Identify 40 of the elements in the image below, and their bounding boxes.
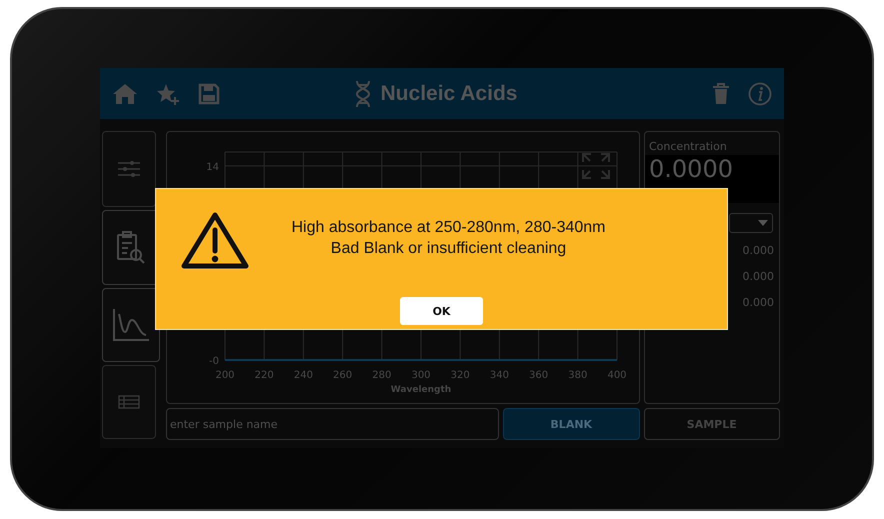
x-tick-label: 280 <box>372 370 392 381</box>
x-tick-label: 200 <box>215 370 235 381</box>
info-icon[interactable] <box>748 82 772 106</box>
x-tick-label: 260 <box>333 370 352 381</box>
screen-title: Nucleic Acids <box>380 82 518 106</box>
warning-message: Bad Blank or insufficient cleaning <box>330 239 566 259</box>
ok-button[interactable]: OK <box>400 297 483 325</box>
blank-button[interactable]: BLANK <box>503 408 640 440</box>
reading-value: 0.000 <box>742 295 775 311</box>
x-tick-label: 380 <box>568 370 588 381</box>
sidebar-tab[interactable] <box>102 288 160 362</box>
save-icon[interactable] <box>198 82 220 104</box>
dna-icon <box>354 80 371 108</box>
x-tick-label: 320 <box>450 370 470 381</box>
unit-dropdown[interactable] <box>729 213 773 233</box>
reading-value: 0.000 <box>742 243 775 259</box>
x-tick-label: 220 <box>254 370 274 381</box>
home-icon[interactable] <box>112 82 138 104</box>
fullscreen-icon[interactable] <box>582 153 610 179</box>
y-tick-label: 14 <box>206 162 219 173</box>
reading-value: 0.000 <box>742 269 775 285</box>
x-tick-label: 400 <box>607 370 627 381</box>
x-tick-label: 300 <box>411 370 431 381</box>
y-tick-label: -0 <box>209 356 219 367</box>
sliders-icon <box>118 161 140 177</box>
trash-icon[interactable] <box>712 82 730 104</box>
caret-icon <box>758 220 768 226</box>
table-icon <box>118 395 140 409</box>
sample-name-field[interactable]: enter sample name <box>166 408 499 440</box>
warning-message: High absorbance at 250-280nm, 280-340nm <box>292 218 606 238</box>
graph-icon <box>112 308 150 342</box>
sample-button[interactable]: SAMPLE <box>644 408 780 440</box>
x-axis-title: Wavelength <box>390 385 452 395</box>
x-tick-label: 240 <box>294 370 313 381</box>
star-plus-icon[interactable] <box>156 82 180 104</box>
x-tick-label: 360 <box>529 370 548 381</box>
x-tick-label: 340 <box>490 370 509 381</box>
clipboard-search-icon <box>116 230 146 264</box>
concentration-label: Concentration <box>648 139 728 155</box>
warning-icon <box>180 211 250 271</box>
